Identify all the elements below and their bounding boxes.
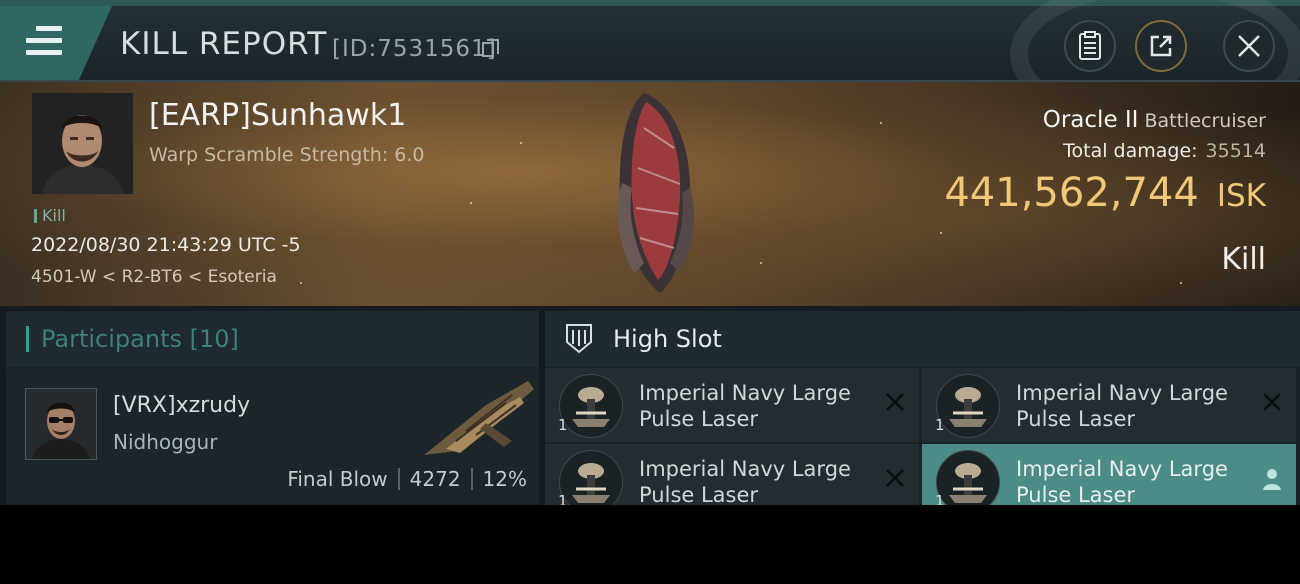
participants-panel: Participants [10] [VRX]xzrudy Nidhoggur — [6, 311, 539, 505]
isk-unit: ISK — [1216, 178, 1266, 214]
victim-ship-image[interactable] — [604, 88, 704, 298]
location[interactable]: 4501-W < R2-BT6 < Esoteria — [31, 267, 277, 287]
menu-button[interactable] — [0, 6, 112, 82]
slot-item-selected[interactable]: 1 Imperial Navy Large Pulse Laser — [922, 444, 1296, 505]
avatar — [32, 93, 133, 194]
slot-item[interactable]: 1 Imperial Navy Large Pulse Laser — [545, 444, 919, 505]
close-icon[interactable] — [883, 466, 907, 490]
slot-item-name: Imperial Navy Large Pulse Laser — [639, 457, 851, 505]
divider — [397, 468, 400, 490]
attacker-ship: Nidhoggur — [113, 430, 218, 454]
timestamp: 2022/08/30 21:43:29 UTC -5 — [31, 234, 301, 256]
result-label: Kill — [1221, 242, 1266, 277]
kill-marker-icon — [34, 208, 37, 223]
victim-name[interactable]: [EARP]Sunhawk1 — [149, 98, 406, 133]
close-icon[interactable] — [1260, 390, 1284, 414]
slot-item-name: Imperial Navy Large Pulse Laser — [1016, 457, 1228, 505]
attacker-ship-image[interactable] — [416, 375, 536, 465]
pulse-laser-icon — [559, 450, 623, 505]
participants-title: Participants [10] — [41, 325, 239, 353]
pulse-laser-icon — [936, 374, 1000, 438]
divider — [470, 468, 473, 490]
total-damage-value: 35514 — [1205, 140, 1266, 162]
slot-quantity: 1 — [558, 416, 568, 434]
report-id: [ID:7531561] — [332, 36, 497, 62]
section-marker — [26, 326, 29, 352]
attacker-name[interactable]: [VRX]xzrudy — [113, 393, 250, 418]
attacker-damage: 4272 — [409, 467, 461, 491]
final-blow-label: Final Blow — [287, 467, 388, 491]
attacker-portrait[interactable] — [25, 388, 97, 460]
isk-value: 441,562,744 — [944, 170, 1199, 216]
slot-item[interactable]: 1 Imperial Navy Large Pulse Laser — [922, 368, 1296, 442]
close-icon[interactable] — [883, 390, 907, 414]
slot-item-name: Imperial Navy Large Pulse Laser — [639, 381, 851, 431]
total-damage: Total damage: 35514 — [1063, 140, 1266, 162]
attacker-stats: Final Blow 4272 12% — [287, 467, 527, 491]
kill-tag-label: Kill — [42, 206, 66, 225]
share-button[interactable] — [1135, 20, 1187, 72]
hamburger-icon — [26, 26, 62, 56]
clipboard-button[interactable] — [1064, 20, 1116, 72]
slot-item[interactable]: 1 Imperial Navy Large Pulse Laser — [545, 368, 919, 442]
close-icon — [1238, 35, 1260, 57]
slot-quantity: 1 — [558, 492, 568, 505]
slot-quantity: 1 — [935, 416, 945, 434]
victim-banner: [EARP]Sunhawk1 Warp Scramble Strength: 6… — [0, 82, 1300, 306]
participants-header[interactable]: Participants [10] — [6, 311, 539, 367]
attacker-damage-percent: 12% — [482, 467, 527, 491]
high-slot-icon — [566, 324, 592, 354]
high-slot-panel: High Slot 1 Imperial Navy Large Pulse La… — [545, 311, 1300, 505]
pulse-laser-icon — [559, 374, 623, 438]
share-icon — [1150, 35, 1172, 57]
avatar — [26, 389, 96, 459]
ship-name[interactable]: Oracle II — [1043, 107, 1139, 133]
header-bar: KILL REPORT [ID:7531561] — [0, 0, 1300, 132]
total-damage-label: Total damage: — [1063, 140, 1198, 162]
participant-card[interactable]: [VRX]xzrudy Nidhoggur Final Blow 4272 12% — [6, 369, 539, 505]
kill-report-screen: KILL REPORT [ID:7531561] [EARP]Sunhawk1 … — [0, 0, 1300, 505]
copy-icon[interactable] — [482, 39, 499, 57]
page-title: KILL REPORT — [120, 26, 328, 62]
high-slot-title: High Slot — [613, 325, 722, 353]
kill-tag: Kill — [34, 206, 66, 225]
slot-item-name: Imperial Navy Large Pulse Laser — [1016, 381, 1228, 431]
person-icon[interactable] — [1262, 468, 1282, 490]
slot-quantity: 1 — [935, 492, 945, 505]
high-slot-header[interactable]: High Slot — [545, 311, 1300, 367]
pulse-laser-icon — [936, 450, 1000, 505]
victim-portrait[interactable] — [32, 93, 133, 194]
close-button[interactable] — [1223, 20, 1275, 72]
ship-class: Battlecruiser — [1144, 110, 1266, 132]
warp-scramble-strength: Warp Scramble Strength: 6.0 — [149, 144, 425, 166]
isk-value-line: 441,562,744 ISK — [944, 170, 1266, 216]
clipboard-icon — [1079, 31, 1101, 60]
ship-info: Oracle II Battlecruiser — [1043, 107, 1266, 133]
